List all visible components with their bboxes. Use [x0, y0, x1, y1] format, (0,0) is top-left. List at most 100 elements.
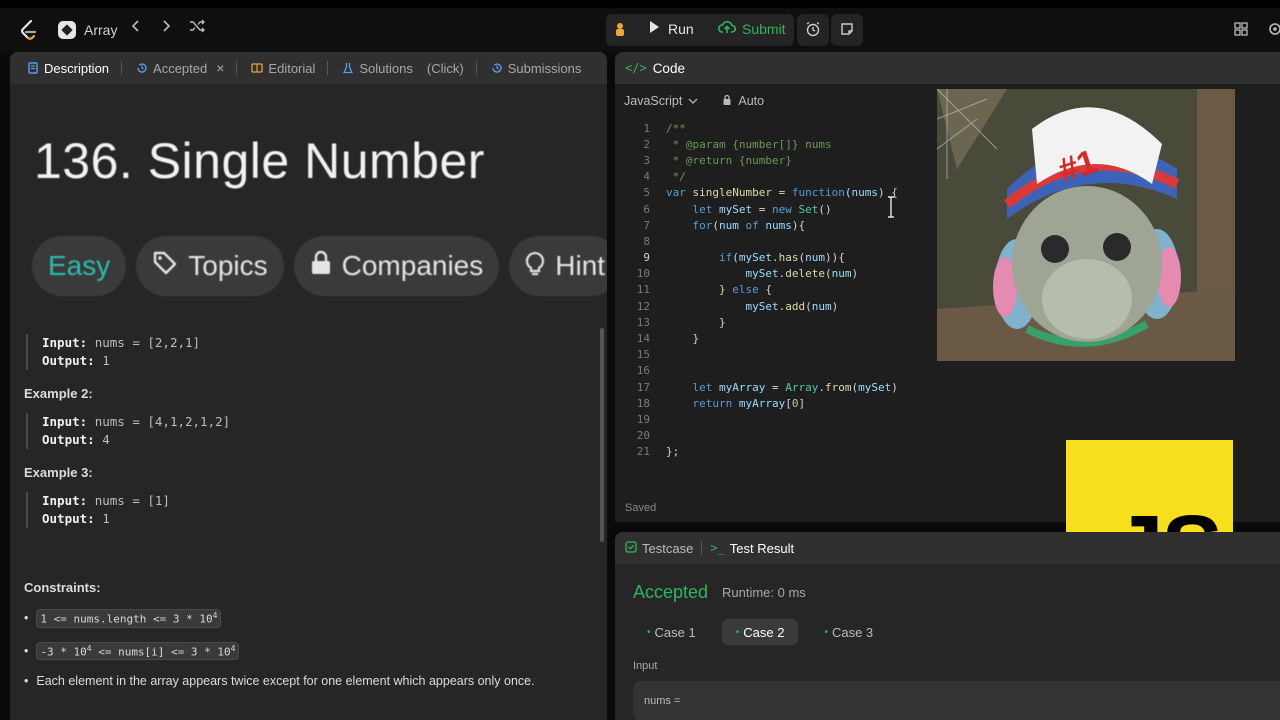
case-tab-3[interactable]: • Case 3	[810, 619, 887, 645]
example-2-output-label: Output:	[42, 432, 95, 447]
problem-body: Input: nums = [2,2,1] Output: 1 Example …	[24, 328, 584, 702]
lock-icon	[310, 250, 332, 283]
tab-editorial[interactable]: Editorial	[244, 61, 335, 76]
companies-chip[interactable]: Companies	[293, 236, 500, 296]
code-line[interactable]: 17 let myArray = Array.from(mySet)	[615, 379, 1280, 395]
shuffle-icon[interactable]	[189, 19, 205, 33]
code-text: return myArray[0]	[692, 396, 806, 410]
example-2-input-label: Input:	[42, 414, 88, 429]
text-cursor-icon	[886, 196, 896, 218]
line-number: 2	[643, 137, 650, 151]
cloud-upload-icon	[717, 20, 736, 37]
line-number: 4	[643, 170, 650, 184]
constraint-code: -3 * 104 <= nums[i] <= 3 * 104	[36, 641, 240, 661]
example-1-output-value: 1	[102, 353, 110, 368]
timer-button[interactable]	[797, 14, 829, 46]
layout-grid-icon[interactable]	[1234, 22, 1248, 36]
auto-mode-toggle[interactable]: Auto	[722, 94, 764, 109]
case-tab-1[interactable]: • Case 1	[633, 619, 710, 645]
example-1-output-label: Output:	[42, 353, 95, 368]
top-bar: Array Run Submit	[0, 0, 1280, 52]
code-line[interactable]: 16	[615, 363, 1280, 379]
leetcode-logo-icon[interactable]	[20, 20, 38, 40]
runtime-text: Runtime: 0 ms	[722, 585, 806, 600]
tab-divider	[236, 61, 238, 75]
tab-divider	[327, 61, 329, 75]
example-3-title: Example 3:	[24, 465, 93, 480]
hint-chip[interactable]: Hint	[509, 236, 607, 296]
code-icon: </>	[625, 61, 647, 75]
status-dot: •	[647, 626, 651, 638]
book-icon	[251, 62, 264, 74]
prev-problem-icon[interactable]	[130, 19, 142, 33]
tab-description[interactable]: Description	[20, 61, 129, 76]
example-2-block: Input: nums = [4,1,2,1,2] Output: 4	[26, 413, 584, 449]
description-scrollbar[interactable]	[600, 328, 604, 542]
submit-button[interactable]: Submit	[717, 20, 786, 37]
settings-gear-icon[interactable]	[1268, 22, 1280, 36]
line-number: 3	[643, 153, 650, 167]
tab-testcase[interactable]: Testcase	[625, 541, 693, 556]
line-number: 21	[636, 445, 650, 459]
input-label: Input	[633, 660, 658, 672]
example-3-input-label: Input:	[42, 493, 88, 508]
example-2-input-value: nums = [4,1,2,1,2]	[94, 414, 231, 429]
topics-chip[interactable]: Topics	[136, 236, 284, 296]
line-number: 7	[643, 218, 650, 232]
input-value-box[interactable]: nums =	[633, 681, 1280, 720]
tab-accepted-label: Accepted	[153, 60, 208, 76]
constraint-1-text: 1 <= nums.length <= 3 * 10	[40, 612, 213, 626]
tab-test-result[interactable]: >_ Test Result	[710, 541, 794, 556]
line-number: 17	[636, 380, 650, 394]
example-1-block: Input: nums = [2,2,1] Output: 1	[26, 334, 584, 370]
example-1-input-label: Input:	[42, 335, 88, 350]
code-text: for(num of nums){	[692, 218, 806, 232]
line-number: 12	[636, 299, 650, 313]
difficulty-label: Easy	[48, 250, 111, 281]
problem-list-button[interactable]: Array	[58, 18, 117, 42]
tab-editorial-label: Editorial	[268, 60, 316, 76]
save-status: Saved	[625, 502, 657, 514]
lock-icon	[722, 94, 732, 109]
history-icon	[491, 62, 503, 74]
line-number: 15	[636, 348, 650, 362]
code-line[interactable]: 19	[615, 411, 1280, 427]
line-number: 6	[643, 202, 650, 216]
constraint-3-text: Each element in the array appears twice …	[36, 674, 535, 689]
example-2-title: Example 2:	[24, 386, 93, 401]
notes-button[interactable]	[831, 14, 863, 46]
example-1-input-value: nums = [2,2,1]	[94, 335, 201, 350]
topics-label: Topics	[188, 250, 268, 281]
language-label: JavaScript	[624, 94, 683, 108]
status-dot: •	[735, 626, 740, 638]
case-tab-label: Case 1	[654, 624, 696, 640]
tab-accepted[interactable]: Accepted ×	[129, 60, 244, 76]
code-line[interactable]: 18 return myArray[0]	[615, 395, 1280, 411]
example-2-output-value: 4	[102, 432, 110, 447]
problem-list-label: Array	[84, 22, 118, 38]
submit-label: Submit	[742, 20, 786, 37]
tab-submissions[interactable]: Submissions	[484, 61, 589, 76]
result-status: Accepted	[633, 582, 709, 602]
history-icon	[136, 62, 148, 74]
tab-description-label: Description	[44, 60, 110, 76]
example-3-output-value: 1	[102, 511, 110, 526]
hint-label: Hint	[555, 250, 606, 281]
debug-icon[interactable]	[612, 20, 628, 38]
terminal-icon: >_	[710, 541, 725, 555]
code-text: if(mySet.has(num)){	[718, 251, 845, 265]
line-number: 1	[643, 121, 650, 135]
checkbox-icon	[625, 540, 637, 556]
language-select[interactable]: JavaScript	[624, 94, 698, 108]
next-problem-icon[interactable]	[160, 19, 172, 33]
case-tab-label: Case 3	[831, 624, 874, 640]
close-tab-icon[interactable]: ×	[216, 60, 224, 76]
input-value: nums =	[644, 695, 681, 707]
document-icon	[27, 62, 39, 74]
tab-solutions[interactable]: Solutions	[335, 61, 419, 76]
tab-click[interactable]: (Click)	[420, 61, 484, 76]
case-tab-2[interactable]: • Case 2	[721, 619, 799, 645]
code-panel-header: </> Code	[615, 52, 1280, 84]
run-button[interactable]: Run	[648, 20, 694, 37]
line-number: 8	[643, 234, 650, 248]
